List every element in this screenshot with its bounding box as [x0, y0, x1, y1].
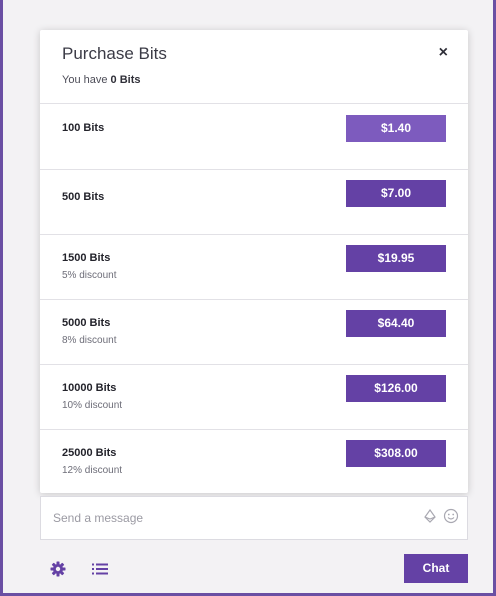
bits-tier-row: 25000 Bits 12% discount $308.00	[40, 429, 468, 494]
chat-message-input[interactable]: Send a message	[40, 496, 468, 540]
balance-amount: 0 Bits	[110, 74, 141, 86]
tier-discount: 12% discount	[62, 465, 123, 476]
bits-icon[interactable]	[423, 509, 437, 523]
list-icon[interactable]	[92, 563, 108, 575]
bits-tier-row: 5000 Bits 8% discount $64.40	[40, 299, 468, 365]
bits-tier-row: 1500 Bits 5% discount $19.95	[40, 234, 468, 300]
chat-placeholder: Send a message	[53, 511, 144, 525]
buy-10000-bits-button[interactable]: $126.00	[346, 375, 446, 402]
tier-discount: 5% discount	[62, 270, 117, 281]
bits-tier-row: 500 Bits $7.00	[40, 169, 468, 235]
tier-name: 10000 Bits	[62, 382, 117, 394]
tier-discount: 10% discount	[62, 400, 123, 411]
buy-100-bits-button[interactable]: $1.40	[346, 115, 446, 142]
purchase-bits-modal: Purchase Bits You have 0 Bits × 100 Bits…	[40, 30, 468, 493]
buy-25000-bits-button[interactable]: $308.00	[346, 440, 446, 467]
tier-name: 500 Bits	[62, 191, 105, 203]
tier-name: 1500 Bits	[62, 252, 111, 264]
tier-name: 100 Bits	[62, 122, 105, 134]
gear-icon[interactable]	[50, 561, 66, 577]
tier-name: 5000 Bits	[62, 317, 111, 329]
buy-5000-bits-button[interactable]: $64.40	[346, 310, 446, 337]
bits-tier-row: 10000 Bits 10% discount $126.00	[40, 364, 468, 430]
chat-send-button[interactable]: Chat	[404, 554, 468, 583]
buy-1500-bits-button[interactable]: $19.95	[346, 245, 446, 272]
tier-discount: 8% discount	[62, 335, 117, 346]
emoji-icon[interactable]	[443, 508, 459, 524]
bits-balance: You have 0 Bits	[62, 74, 141, 86]
tier-name: 25000 Bits	[62, 447, 117, 459]
bits-tier-row: 100 Bits $1.40	[40, 104, 468, 170]
close-icon[interactable]: ×	[439, 44, 448, 62]
buy-500-bits-button[interactable]: $7.00	[346, 180, 446, 207]
modal-title: Purchase Bits	[62, 44, 167, 63]
modal-header: Purchase Bits You have 0 Bits ×	[40, 30, 468, 104]
balance-prefix: You have	[62, 74, 108, 86]
